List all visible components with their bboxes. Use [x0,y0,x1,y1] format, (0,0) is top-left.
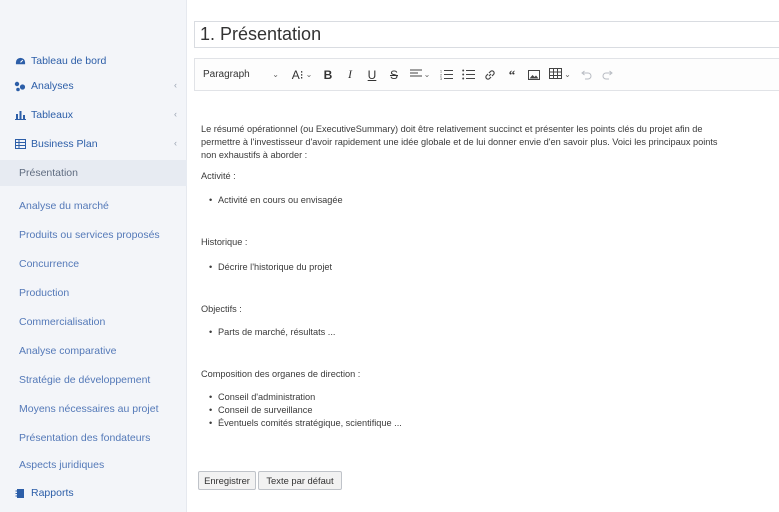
undo-icon [580,70,592,80]
sidebar-item-label: Analyses [31,80,74,92]
sidebar-subitem-concurrence[interactable]: Concurrence [0,251,187,277]
insert-table-dropdown[interactable]: ⌄ [545,63,575,87]
sidebar-subitem-presentation-fondateurs[interactable]: Présentation des fondateurs [0,425,187,451]
sidebar-item-business-plan[interactable]: Business Plan ‹ [0,131,187,157]
sidebar-item-rapports[interactable]: Rapports [0,480,187,506]
font-size-dropdown[interactable]: A⁝ ⌄ [287,63,317,87]
align-left-icon [409,68,422,82]
section-heading-historique: Historique : [201,237,248,247]
default-text-button[interactable]: Texte par défaut [258,471,342,490]
link-icon [484,69,496,81]
sidebar-subitem-analyse-comparative[interactable]: Analyse comparative [0,338,187,364]
table-icon [549,67,563,82]
sidebar-item-label: Rapports [31,487,74,499]
sidebar-item-tableau-de-bord[interactable]: Tableau de bord [0,48,187,74]
strikethrough-button[interactable]: S [383,63,405,87]
bar-chart-icon [14,109,26,121]
sidebar-subitem-produits-services[interactable]: Produits ou services proposés [0,222,187,248]
insert-image-button[interactable] [523,63,545,87]
editor-toolbar: Paragraph ⌄ A⁝ ⌄ B I U S ⌄ 123 “ ⌄ [194,58,779,91]
numbered-list-icon: 123 [440,69,453,80]
intro-text-line: Le résumé opérationnel (ou ExecutiveSumm… [201,124,703,134]
sidebar-item-analyses[interactable]: Analyses ‹ [0,73,187,99]
sidebar-subitem-aspects-juridiques[interactable]: Aspects juridiques [0,452,187,478]
section-heading-activite: Activité : [201,171,236,181]
list-item: Activité en cours ou envisagée [209,194,343,207]
sidebar-item-tableaux[interactable]: Tableaux ‹ [0,102,187,128]
underline-button[interactable]: U [361,63,383,87]
sidebar-subitem-moyens-necessaires[interactable]: Moyens nécessaires au projet [0,396,187,422]
sidebar: Tableau de bord Analyses ‹ Tableaux ‹ Bu… [0,0,187,512]
chevron-down-icon: ⌄ [564,70,571,79]
italic-button[interactable]: I [339,63,361,87]
reports-icon [14,487,26,499]
link-button[interactable] [479,63,501,87]
paragraph-format-label: Paragraph [203,69,250,80]
quote-icon: “ [508,66,516,82]
sidebar-item-label: Tableaux [31,109,74,121]
sidebar-subitem-presentation[interactable]: Présentation [0,160,187,186]
image-icon [528,69,540,80]
intro-text-line: non exhaustifs à aborder : [201,150,308,160]
redo-button[interactable] [597,63,619,87]
chevron-left-icon: ‹ [174,138,177,148]
chevron-down-icon: ⌄ [305,70,313,79]
chevron-left-icon: ‹ [174,109,177,119]
paragraph-format-dropdown[interactable]: Paragraph ⌄ [195,63,287,87]
list-item: Conseil de surveillance [209,404,313,417]
chevron-down-icon: ⌄ [272,70,279,79]
sidebar-item-label: Tableau de bord [31,55,107,67]
title-input[interactable]: 1. Présentation [194,21,779,48]
list-item: Décrire l'historique du projet [209,261,332,274]
numbered-list-button[interactable]: 123 [435,63,457,87]
list-item: Éventuels comités stratégique, scientifi… [209,417,402,430]
save-button[interactable]: Enregistrer [198,471,256,490]
sidebar-item-label: Business Plan [31,138,98,150]
dashboard-icon [14,55,26,67]
section-heading-composition: Composition des organes de direction : [201,369,361,379]
svg-text:3: 3 [440,77,442,80]
alignment-dropdown[interactable]: ⌄ [405,63,435,87]
redo-icon [602,70,614,80]
chevron-left-icon: ‹ [174,80,177,90]
chevron-down-icon: ⌄ [423,70,431,79]
list-item: Conseil d'administration [209,391,315,404]
sidebar-subitem-strategie-developpement[interactable]: Stratégie de développement [0,367,187,393]
sidebar-subitem-commercialisation[interactable]: Commercialisation [0,309,187,335]
intro-text-line: permettre à l'investisseur d'avoir rapid… [201,137,718,147]
list-item: Parts de marché, résultats ... [209,326,335,339]
bulleted-list-icon [461,69,475,80]
section-heading-objectifs: Objectifs : [201,304,242,314]
bulleted-list-button[interactable] [457,63,479,87]
sidebar-subitem-analyse-du-marche[interactable]: Analyse du marché [0,193,187,219]
blockquote-button[interactable]: “ [501,63,523,87]
font-size-label: A⁝ [291,67,304,82]
table-icon [14,138,26,150]
analyses-icon [14,80,26,92]
sidebar-subitem-production[interactable]: Production [0,280,187,306]
bold-button[interactable]: B [317,63,339,87]
undo-button[interactable] [575,63,597,87]
